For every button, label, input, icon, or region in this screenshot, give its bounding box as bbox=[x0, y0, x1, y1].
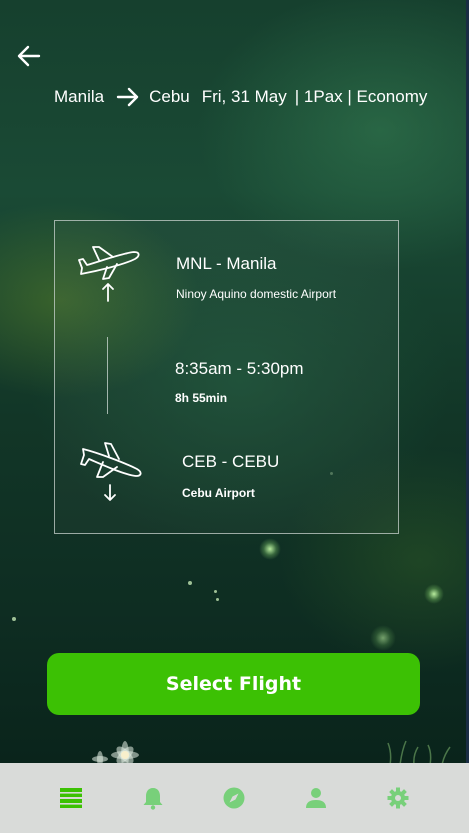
nav-item-settings[interactable] bbox=[378, 778, 418, 818]
travel-date: Fri, 31 May bbox=[201, 87, 287, 106]
arrival-code: CEB - CEBU bbox=[182, 452, 280, 471]
bokeh-light bbox=[259, 538, 281, 560]
arrow-right-icon bbox=[116, 87, 140, 107]
list-icon bbox=[59, 788, 82, 808]
bokeh-dot bbox=[12, 617, 16, 621]
bokeh-dot bbox=[216, 598, 219, 601]
grass-decoration bbox=[387, 740, 451, 763]
person-icon bbox=[306, 788, 327, 808]
flower-decoration bbox=[92, 741, 139, 763]
nav-item-home[interactable] bbox=[51, 778, 91, 818]
bokeh-dot bbox=[214, 590, 217, 593]
bottom-navigation bbox=[0, 763, 469, 833]
nav-item-notifications[interactable] bbox=[133, 778, 173, 818]
departure-code: MNL - Manila bbox=[176, 254, 277, 273]
compass-icon bbox=[223, 787, 245, 809]
arrow-left-icon bbox=[17, 45, 41, 67]
flight-card: MNL - Manila Ninoy Aquino domestic Airpo… bbox=[54, 220, 399, 534]
bokeh-dot bbox=[188, 581, 192, 585]
route-summary: Manila Cebu Fri, 31 May | 1Pax | Economy bbox=[54, 84, 427, 110]
arrow-down-icon bbox=[104, 484, 116, 501]
arrow-up-icon bbox=[102, 283, 114, 302]
route-connector bbox=[107, 337, 108, 414]
bell-icon bbox=[143, 788, 163, 810]
takeoff-plane-icon bbox=[78, 246, 140, 280]
back-button[interactable] bbox=[14, 42, 44, 70]
trip-details: | 1Pax | Economy bbox=[294, 87, 428, 106]
gear-icon bbox=[387, 787, 409, 809]
bokeh-light bbox=[424, 584, 444, 604]
landing-plane-icon bbox=[80, 442, 142, 478]
bokeh-light bbox=[370, 625, 396, 651]
origin-city: Manila bbox=[54, 87, 105, 106]
flight-duration: 8h 55min bbox=[175, 391, 228, 405]
flight-times: 8:35am - 5:30pm bbox=[175, 359, 304, 378]
destination-city: Cebu bbox=[149, 87, 190, 106]
select-flight-button[interactable]: Select Flight bbox=[47, 653, 420, 715]
nav-item-explore[interactable] bbox=[214, 778, 254, 818]
arrival-airport: Cebu Airport bbox=[182, 486, 255, 500]
nav-item-profile[interactable] bbox=[296, 778, 336, 818]
departure-airport: Ninoy Aquino domestic Airport bbox=[176, 287, 337, 301]
